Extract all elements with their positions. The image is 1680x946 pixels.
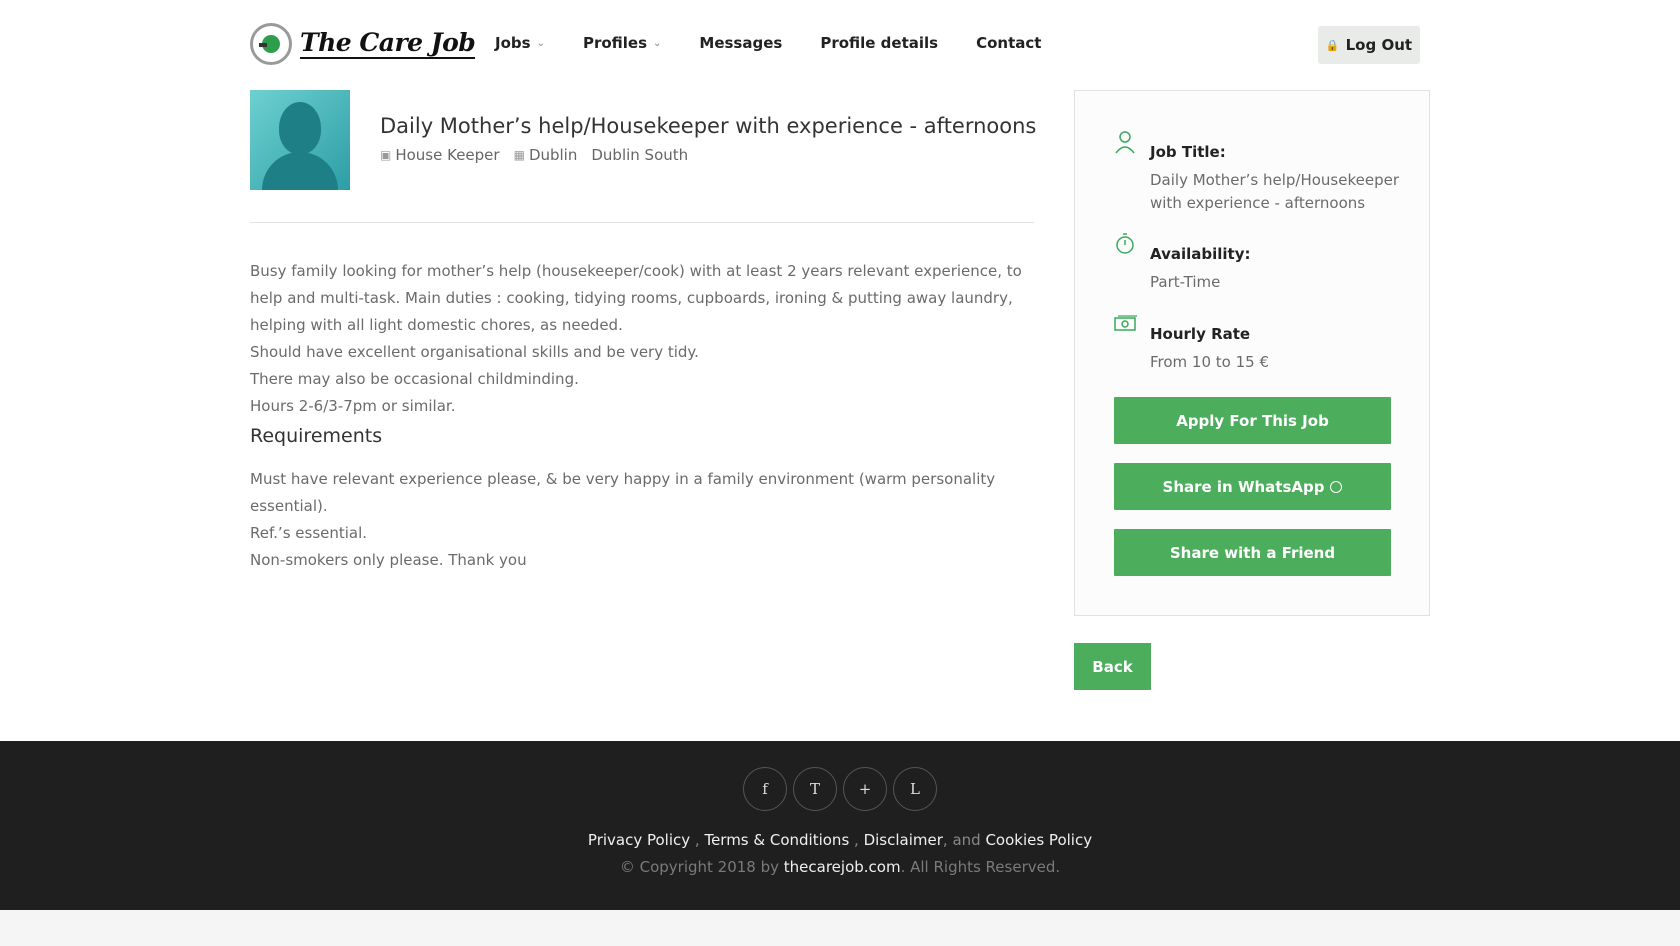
logout-button[interactable]: 🔒 Log Out <box>1318 26 1420 64</box>
job-city: ▦ Dublin <box>514 146 578 164</box>
job-category-label: House Keeper <box>395 146 500 164</box>
nav-label: Contact <box>976 34 1042 52</box>
site-header: The Care Job Jobs ⌄ Profiles ⌄ Messages … <box>0 0 1680 90</box>
chevron-down-icon: ⌄ <box>536 37 545 49</box>
terms-link[interactable]: Terms & Conditions <box>704 831 849 849</box>
availability-label: Availability: <box>1150 245 1251 263</box>
requirement-line: Non-smokers only please. Thank you <box>250 551 527 569</box>
employer-avatar <box>250 90 350 190</box>
footer-links: Privacy Policy , Terms & Conditions , Di… <box>0 831 1680 849</box>
description-paragraph: There may also be occasional childmindin… <box>250 370 579 388</box>
nav-label: Messages <box>699 34 783 52</box>
share-whatsapp-label: Share in WhatsApp <box>1162 477 1325 496</box>
job-description: Busy family looking for mother’s help (h… <box>250 258 1034 420</box>
hourly-rate-value: From 10 to 15 € <box>1150 353 1270 371</box>
nav-item-jobs[interactable]: Jobs ⌄ <box>495 34 545 52</box>
requirement-line: Ref.’s essential. <box>250 524 368 542</box>
back-button[interactable]: Back <box>1074 643 1151 690</box>
bottom-strip <box>0 910 1680 946</box>
logout-label: Log Out <box>1345 36 1413 54</box>
stopwatch-icon <box>1113 231 1139 257</box>
requirement-line: Must have relevant experience please, & … <box>250 470 996 515</box>
nav-item-messages[interactable]: Messages <box>699 34 782 52</box>
logo-icon <box>250 23 292 65</box>
share-friend-button[interactable]: Share with a Friend <box>1114 529 1391 576</box>
job-summary-card: Job Title: Daily Mother’s help/Housekeep… <box>1074 90 1430 616</box>
whatsapp-icon <box>1330 480 1343 493</box>
description-paragraph: Busy family looking for mother’s help (h… <box>250 262 1022 334</box>
description-paragraph: Should have excellent organisational ski… <box>250 343 699 361</box>
building-icon: ▦ <box>513 148 525 162</box>
availability-value: Part-Time <box>1150 273 1221 291</box>
twitter-icon[interactable]: T <box>793 767 837 811</box>
copyright-suffix: . All Rights Reserved. <box>900 858 1061 876</box>
separator: , <box>849 831 864 849</box>
social-links: f T + L <box>743 767 943 811</box>
logo-text: The Care Job <box>300 28 476 59</box>
chevron-down-icon: ⌄ <box>653 37 662 49</box>
avatar-body <box>262 152 338 190</box>
nav-item-profiles[interactable]: Profiles ⌄ <box>583 34 661 52</box>
logo[interactable]: The Care Job <box>250 23 476 65</box>
nav-label: Profiles <box>582 34 648 52</box>
site-link[interactable]: thecarejob.com <box>784 858 901 876</box>
job-meta: ▣ House Keeper ▦ Dublin Dublin South <box>380 146 688 164</box>
disclaimer-link[interactable]: Disclaimer <box>864 831 943 849</box>
apply-button[interactable]: Apply For This Job <box>1114 397 1391 444</box>
job-category: ▣ House Keeper <box>380 146 500 164</box>
money-icon <box>1113 311 1139 337</box>
divider <box>250 222 1034 223</box>
copyright: © Copyright 2018 by thecarejob.com. All … <box>0 858 1680 876</box>
job-title: Daily Mother’s help/Housekeeper with exp… <box>380 114 1037 138</box>
cookies-policy-link[interactable]: Cookies Policy <box>985 831 1092 849</box>
copyright-prefix: © Copyright 2018 by <box>619 858 784 876</box>
site-footer: f T + L Privacy Policy , Terms & Conditi… <box>0 741 1680 910</box>
share-whatsapp-button[interactable]: Share in WhatsApp <box>1114 463 1391 510</box>
main-nav: Jobs ⌄ Profiles ⌄ Messages Profile detai… <box>495 34 1079 52</box>
requirements-heading: Requirements <box>250 425 383 447</box>
google-plus-icon[interactable]: + <box>843 767 887 811</box>
linkedin-icon[interactable]: L <box>893 767 937 811</box>
separator: , and <box>942 831 986 849</box>
job-area: Dublin South <box>591 146 689 164</box>
hourly-rate-label: Hourly Rate <box>1150 325 1251 343</box>
nav-item-contact[interactable]: Contact <box>976 34 1041 52</box>
facebook-icon[interactable]: f <box>743 767 787 811</box>
lock-icon: 🔒 <box>1325 38 1340 52</box>
briefcase-icon: ▣ <box>380 148 392 162</box>
description-paragraph: Hours 2-6/3-7pm or similar. <box>250 397 456 415</box>
privacy-policy-link[interactable]: Privacy Policy <box>588 831 690 849</box>
job-requirements: Must have relevant experience please, & … <box>250 466 1034 574</box>
avatar-head <box>279 102 321 154</box>
job-city-label: Dublin <box>528 146 578 164</box>
job-title-label: Job Title: <box>1150 143 1226 161</box>
nav-label: Profile details <box>820 34 939 52</box>
job-title-value: Daily Mother’s help/Housekeeper with exp… <box>1150 171 1399 212</box>
person-icon <box>1113 129 1139 155</box>
separator: , <box>690 831 705 849</box>
nav-label: Jobs <box>495 34 531 52</box>
nav-item-profile-details[interactable]: Profile details <box>820 34 938 52</box>
